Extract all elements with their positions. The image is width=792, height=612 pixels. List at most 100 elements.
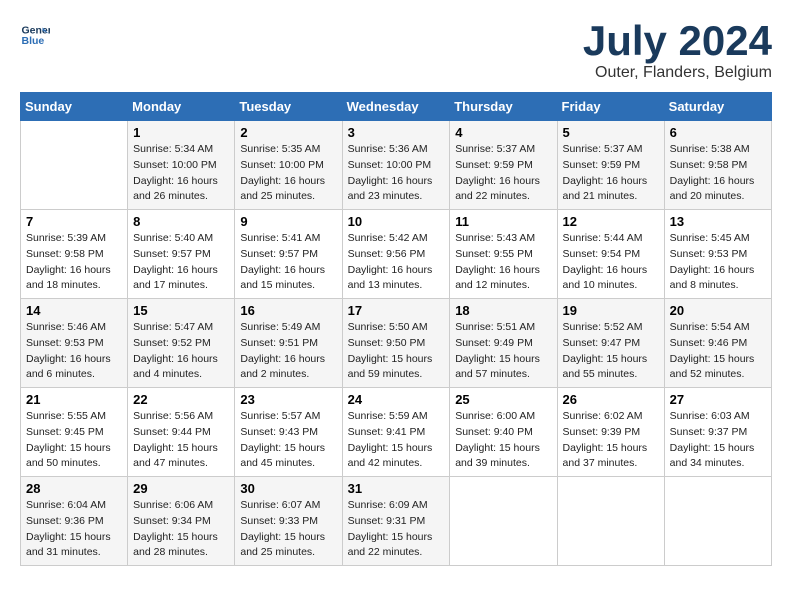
logo: General Blue bbox=[20, 20, 50, 50]
location-subtitle: Outer, Flanders, Belgium bbox=[583, 64, 772, 82]
calendar-cell: 16 Sunrise: 5:49 AMSunset: 9:51 PMDayligh… bbox=[235, 299, 342, 388]
day-info: Sunrise: 6:06 AMSunset: 9:34 PMDaylight:… bbox=[133, 498, 229, 561]
weekday-header-row: SundayMondayTuesdayWednesdayThursdayFrid… bbox=[21, 93, 772, 121]
day-number: 7 bbox=[26, 214, 122, 229]
calendar-cell: 9 Sunrise: 5:41 AMSunset: 9:57 PMDaylight… bbox=[235, 210, 342, 299]
day-number: 29 bbox=[133, 481, 229, 496]
day-number: 3 bbox=[348, 125, 445, 140]
page-header: General Blue July 2024 Outer, Flanders, … bbox=[20, 20, 772, 82]
calendar-cell: 6 Sunrise: 5:38 AMSunset: 9:58 PMDaylight… bbox=[664, 121, 771, 210]
day-info: Sunrise: 6:03 AMSunset: 9:37 PMDaylight:… bbox=[670, 409, 766, 472]
day-info: Sunrise: 5:51 AMSunset: 9:49 PMDaylight:… bbox=[455, 320, 551, 383]
weekday-header: Tuesday bbox=[235, 93, 342, 121]
calendar-week-row: 1Sunrise: 5:34 AMSunset: 10:00 PMDayligh… bbox=[21, 121, 772, 210]
day-info: Sunrise: 5:37 AMSunset: 9:59 PMDaylight:… bbox=[455, 142, 551, 205]
calendar-cell: 28 Sunrise: 6:04 AMSunset: 9:36 PMDayligh… bbox=[21, 477, 128, 566]
day-info: Sunrise: 5:49 AMSunset: 9:51 PMDaylight:… bbox=[240, 320, 336, 383]
calendar-cell: 14 Sunrise: 5:46 AMSunset: 9:53 PMDayligh… bbox=[21, 299, 128, 388]
day-number: 13 bbox=[670, 214, 766, 229]
day-info: Sunrise: 6:09 AMSunset: 9:31 PMDaylight:… bbox=[348, 498, 445, 561]
day-info: Sunrise: 6:04 AMSunset: 9:36 PMDaylight:… bbox=[26, 498, 122, 561]
day-number: 21 bbox=[26, 392, 122, 407]
day-number: 14 bbox=[26, 303, 122, 318]
day-info: Sunrise: 5:47 AMSunset: 9:52 PMDaylight:… bbox=[133, 320, 229, 383]
calendar-table: SundayMondayTuesdayWednesdayThursdayFrid… bbox=[20, 92, 772, 566]
calendar-cell: 24 Sunrise: 5:59 AMSunset: 9:41 PMDayligh… bbox=[342, 388, 450, 477]
day-number: 1 bbox=[133, 125, 229, 140]
calendar-week-row: 7 Sunrise: 5:39 AMSunset: 9:58 PMDaylight… bbox=[21, 210, 772, 299]
weekday-header: Friday bbox=[557, 93, 664, 121]
weekday-header: Thursday bbox=[450, 93, 557, 121]
day-info: Sunrise: 5:52 AMSunset: 9:47 PMDaylight:… bbox=[563, 320, 659, 383]
calendar-week-row: 21 Sunrise: 5:55 AMSunset: 9:45 PMDayligh… bbox=[21, 388, 772, 477]
calendar-cell: 18Sunrise: 5:51 AMSunset: 9:49 PMDayligh… bbox=[450, 299, 557, 388]
day-number: 2 bbox=[240, 125, 336, 140]
calendar-cell: 21 Sunrise: 5:55 AMSunset: 9:45 PMDayligh… bbox=[21, 388, 128, 477]
day-number: 23 bbox=[240, 392, 336, 407]
calendar-cell: 11 Sunrise: 5:43 AMSunset: 9:55 PMDayligh… bbox=[450, 210, 557, 299]
day-info: Sunrise: 6:00 AMSunset: 9:40 PMDaylight:… bbox=[455, 409, 551, 472]
day-info: Sunrise: 5:43 AMSunset: 9:55 PMDaylight:… bbox=[455, 231, 551, 294]
day-number: 16 bbox=[240, 303, 336, 318]
day-info: Sunrise: 5:41 AMSunset: 9:57 PMDaylight:… bbox=[240, 231, 336, 294]
calendar-cell: 31 Sunrise: 6:09 AMSunset: 9:31 PMDayligh… bbox=[342, 477, 450, 566]
day-info: Sunrise: 5:40 AMSunset: 9:57 PMDaylight:… bbox=[133, 231, 229, 294]
day-number: 5 bbox=[563, 125, 659, 140]
calendar-cell: 20Sunrise: 5:54 AMSunset: 9:46 PMDayligh… bbox=[664, 299, 771, 388]
calendar-cell: 8 Sunrise: 5:40 AMSunset: 9:57 PMDaylight… bbox=[128, 210, 235, 299]
calendar-cell: 15 Sunrise: 5:47 AMSunset: 9:52 PMDayligh… bbox=[128, 299, 235, 388]
day-info: Sunrise: 5:39 AMSunset: 9:58 PMDaylight:… bbox=[26, 231, 122, 294]
calendar-cell: 7 Sunrise: 5:39 AMSunset: 9:58 PMDaylight… bbox=[21, 210, 128, 299]
day-info: Sunrise: 5:44 AMSunset: 9:54 PMDaylight:… bbox=[563, 231, 659, 294]
day-info: Sunrise: 5:38 AMSunset: 9:58 PMDaylight:… bbox=[670, 142, 766, 205]
weekday-header: Wednesday bbox=[342, 93, 450, 121]
calendar-cell bbox=[450, 477, 557, 566]
calendar-week-row: 14 Sunrise: 5:46 AMSunset: 9:53 PMDayligh… bbox=[21, 299, 772, 388]
calendar-cell: 1Sunrise: 5:34 AMSunset: 10:00 PMDayligh… bbox=[128, 121, 235, 210]
calendar-cell: 19 Sunrise: 5:52 AMSunset: 9:47 PMDayligh… bbox=[557, 299, 664, 388]
weekday-header: Monday bbox=[128, 93, 235, 121]
day-info: Sunrise: 5:55 AMSunset: 9:45 PMDaylight:… bbox=[26, 409, 122, 472]
day-info: Sunrise: 5:45 AMSunset: 9:53 PMDaylight:… bbox=[670, 231, 766, 294]
day-number: 9 bbox=[240, 214, 336, 229]
day-info: Sunrise: 5:57 AMSunset: 9:43 PMDaylight:… bbox=[240, 409, 336, 472]
calendar-cell: 10Sunrise: 5:42 AMSunset: 9:56 PMDayligh… bbox=[342, 210, 450, 299]
day-number: 12 bbox=[563, 214, 659, 229]
day-number: 25 bbox=[455, 392, 551, 407]
day-number: 28 bbox=[26, 481, 122, 496]
month-title: July 2024 bbox=[583, 20, 772, 62]
day-number: 24 bbox=[348, 392, 445, 407]
calendar-cell: 22 Sunrise: 5:56 AMSunset: 9:44 PMDayligh… bbox=[128, 388, 235, 477]
day-number: 4 bbox=[455, 125, 551, 140]
calendar-cell: 25 Sunrise: 6:00 AMSunset: 9:40 PMDayligh… bbox=[450, 388, 557, 477]
day-number: 19 bbox=[563, 303, 659, 318]
calendar-cell bbox=[21, 121, 128, 210]
day-number: 6 bbox=[670, 125, 766, 140]
calendar-cell: 30Sunrise: 6:07 AMSunset: 9:33 PMDayligh… bbox=[235, 477, 342, 566]
day-info: Sunrise: 6:02 AMSunset: 9:39 PMDaylight:… bbox=[563, 409, 659, 472]
day-number: 22 bbox=[133, 392, 229, 407]
day-number: 31 bbox=[348, 481, 445, 496]
calendar-week-row: 28 Sunrise: 6:04 AMSunset: 9:36 PMDayligh… bbox=[21, 477, 772, 566]
day-info: Sunrise: 5:46 AMSunset: 9:53 PMDaylight:… bbox=[26, 320, 122, 383]
day-number: 10 bbox=[348, 214, 445, 229]
logo-icon: General Blue bbox=[20, 20, 50, 50]
calendar-cell: 29 Sunrise: 6:06 AMSunset: 9:34 PMDayligh… bbox=[128, 477, 235, 566]
calendar-cell: 4 Sunrise: 5:37 AMSunset: 9:59 PMDaylight… bbox=[450, 121, 557, 210]
day-number: 15 bbox=[133, 303, 229, 318]
calendar-cell: 17Sunrise: 5:50 AMSunset: 9:50 PMDayligh… bbox=[342, 299, 450, 388]
calendar-cell bbox=[557, 477, 664, 566]
calendar-cell: 12 Sunrise: 5:44 AMSunset: 9:54 PMDayligh… bbox=[557, 210, 664, 299]
calendar-cell: 13 Sunrise: 5:45 AMSunset: 9:53 PMDayligh… bbox=[664, 210, 771, 299]
day-info: Sunrise: 5:36 AMSunset: 10:00 PMDaylight… bbox=[348, 142, 445, 205]
calendar-cell bbox=[664, 477, 771, 566]
day-number: 8 bbox=[133, 214, 229, 229]
day-number: 11 bbox=[455, 214, 551, 229]
day-info: Sunrise: 5:56 AMSunset: 9:44 PMDaylight:… bbox=[133, 409, 229, 472]
day-info: Sunrise: 5:37 AMSunset: 9:59 PMDaylight:… bbox=[563, 142, 659, 205]
day-number: 30 bbox=[240, 481, 336, 496]
calendar-cell: 3 Sunrise: 5:36 AMSunset: 10:00 PMDayligh… bbox=[342, 121, 450, 210]
calendar-cell: 2Sunrise: 5:35 AMSunset: 10:00 PMDayligh… bbox=[235, 121, 342, 210]
day-number: 27 bbox=[670, 392, 766, 407]
day-info: Sunrise: 5:59 AMSunset: 9:41 PMDaylight:… bbox=[348, 409, 445, 472]
